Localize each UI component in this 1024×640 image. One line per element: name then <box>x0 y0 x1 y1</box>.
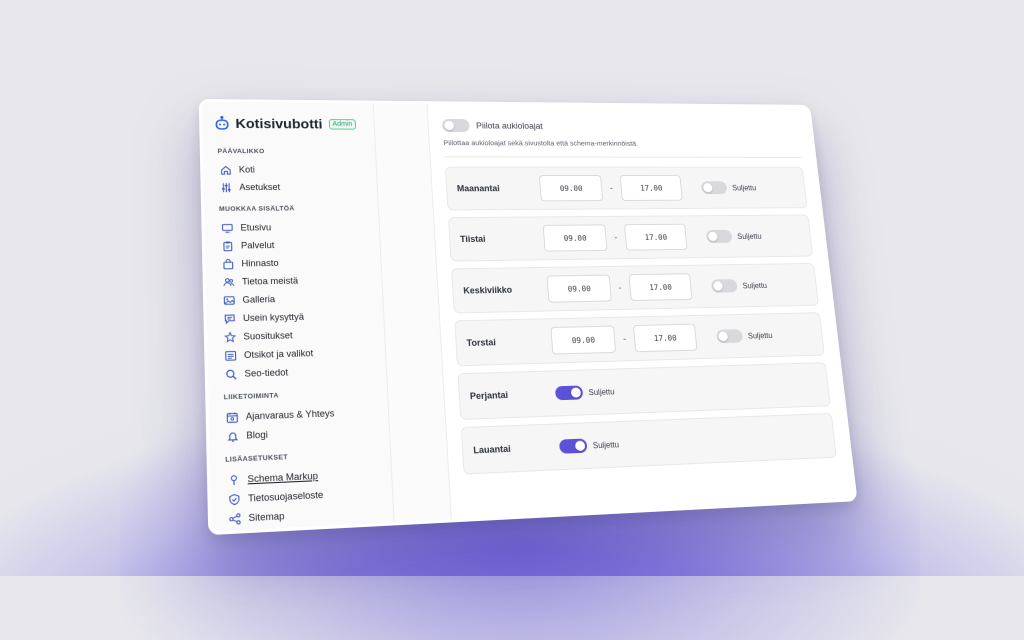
day-row-perjantai: Perjantai Suljettu <box>457 362 830 420</box>
list-icon <box>225 349 237 361</box>
day-row-torstai: Torstai09.00-17.00 Suljettu <box>454 312 825 366</box>
hide-hours-row: Piilota aukioloajat <box>442 119 799 134</box>
closed-toggle-group: Suljettu <box>706 230 762 244</box>
sliders-icon <box>220 182 232 193</box>
closed-label: Suljettu <box>737 232 762 241</box>
close-time-input[interactable]: 17.00 <box>633 324 698 353</box>
time-separator: - <box>615 334 635 344</box>
closed-toggle-group: Suljettu <box>701 181 757 194</box>
closed-toggle-group: Suljettu <box>716 328 773 343</box>
closed-toggle-group: Suljettu <box>555 384 615 400</box>
sidebar-item-label: Usein kysyttyä <box>243 312 304 323</box>
brand[interactable]: Kotisivubotti Admin <box>215 115 363 131</box>
closed-label: Suljettu <box>742 281 767 290</box>
open-time-input[interactable]: 09.00 <box>546 275 611 303</box>
hide-hours-description: Piilottaa aukioloajat sekä sivustolta et… <box>443 139 800 149</box>
closed-toggle[interactable] <box>559 438 588 453</box>
day-name: Keskiviikko <box>463 284 548 295</box>
day-row-tiistai: Tiistai09.00-17.00 Suljettu <box>448 214 813 261</box>
sidebar-item-label: Palvelut <box>241 240 275 250</box>
close-time-input[interactable]: 17.00 <box>620 175 683 201</box>
closed-label: Suljettu <box>747 331 772 340</box>
share-icon <box>229 512 241 525</box>
home-icon <box>220 164 232 175</box>
sidebar-item-label: Seo-tiedot <box>244 367 288 379</box>
divider <box>444 156 801 157</box>
closed-toggle-group: Suljettu <box>711 279 768 293</box>
app-window: Kotisivubotti Admin PÄÄVALIKKO Koti Asetuk… <box>199 99 858 535</box>
sidebar-section-title: MUOKKAA SISÄLTÖÄ <box>219 205 366 213</box>
day-name: Torstai <box>466 336 551 348</box>
closed-toggle[interactable] <box>706 230 733 243</box>
open-time-input[interactable]: 09.00 <box>550 326 616 355</box>
star-icon <box>224 331 236 343</box>
closed-label: Suljettu <box>588 387 615 397</box>
opening-hours-list: Maanantai09.00-17.00SuljettuTiistai09.00… <box>445 167 837 475</box>
closed-label: Suljettu <box>732 183 757 191</box>
hide-hours-label: Piilota aukioloajat <box>476 121 543 131</box>
main-content: Piilota aukioloajat Piilottaa aukioloaja… <box>427 104 854 519</box>
sidebar-item-label: Blogi <box>246 429 268 440</box>
search-icon <box>225 368 237 380</box>
sidebar-item-label: Asetukset <box>239 182 280 192</box>
sidebar-item-etusivu[interactable]: Etusivu <box>217 218 367 237</box>
sidebar-item-label: Suositukset <box>243 330 292 341</box>
hide-hours-toggle[interactable] <box>442 119 470 132</box>
day-row-keskiviikko: Keskiviikko09.00-17.00 Suljettu <box>451 263 819 314</box>
admin-badge: Admin <box>328 119 356 130</box>
pin-icon <box>228 473 240 485</box>
day-name: Lauantai <box>473 442 560 456</box>
bag-icon <box>222 258 234 269</box>
sidebar-item-label: Koti <box>239 165 255 175</box>
day-row-maanantai: Maanantai09.00-17.00 Suljettu <box>445 167 808 211</box>
closed-toggle[interactable] <box>716 329 743 343</box>
closed-toggle[interactable] <box>711 279 738 293</box>
day-row-lauantai: Lauantai Suljettu <box>461 413 837 475</box>
sidebar-item-label: Tietosuojaseloste <box>248 489 323 503</box>
sidebar-item-label: Galleria <box>242 294 275 305</box>
closed-toggle[interactable] <box>701 181 728 194</box>
robot-logo-icon <box>215 115 230 130</box>
time-separator: - <box>606 233 626 243</box>
sidebar-section-title: LISÄASETUKSET <box>225 450 378 464</box>
sidebar-section-title: PÄÄVALIKKO <box>217 148 363 155</box>
close-time-input[interactable]: 17.00 <box>628 273 692 301</box>
sidebar-item-palvelut[interactable]: Palvelut <box>218 235 368 254</box>
sidebar-section-title: LIIKETOIMINTA <box>224 389 375 401</box>
close-time-input[interactable]: 17.00 <box>624 224 688 251</box>
calendar-icon <box>226 411 238 423</box>
image-icon <box>223 294 235 305</box>
time-separator: - <box>602 183 621 192</box>
day-name: Maanantai <box>457 184 541 194</box>
closed-label: Suljettu <box>593 440 620 450</box>
sidebar-item-label: Otsikot ja valikot <box>244 348 314 360</box>
users-icon <box>223 276 235 287</box>
day-name: Tiistai <box>460 233 544 243</box>
clipboard-icon <box>222 240 234 251</box>
sidebar-item-hinnasto[interactable]: Hinnasto <box>218 253 369 273</box>
sidebar-item-label: Schema Markup <box>247 471 318 485</box>
brand-name: Kotisivubotti <box>235 116 323 132</box>
sidebar-item-asetukset[interactable]: Asetukset <box>216 178 365 196</box>
shield-icon <box>228 493 240 505</box>
day-name: Perjantai <box>470 388 556 401</box>
open-time-input[interactable]: 09.00 <box>539 175 603 201</box>
bell-icon <box>227 430 239 442</box>
chat-icon <box>224 313 236 324</box>
sidebar-item-koti[interactable]: Koti <box>216 161 365 179</box>
sidebar-item-label: Sitemap <box>248 511 284 524</box>
sidebar-item-label: Tietoa meistä <box>242 276 299 287</box>
stage: Kotisivubotti Admin PÄÄVALIKKO Koti Asetuk… <box>0 0 1024 576</box>
sidebar-item-label: Etusivu <box>240 222 271 232</box>
monitor-icon <box>221 222 233 233</box>
sidebar-item-label: Hinnasto <box>241 258 278 269</box>
closed-toggle-group: Suljettu <box>559 437 620 454</box>
sidebar: Kotisivubotti Admin PÄÄVALIKKO Koti Asetuk… <box>202 102 395 532</box>
open-time-input[interactable]: 09.00 <box>543 224 608 251</box>
closed-toggle[interactable] <box>555 385 583 400</box>
sidebar-item-label: Ajanvaraus & Yhteys <box>246 408 335 422</box>
sidebar-nav: PÄÄVALIKKO Koti Asetukset MUOKKAA SISÄLTÖÄ E… <box>215 148 380 529</box>
time-separator: - <box>610 283 630 293</box>
sidebar-item-seo-tiedot[interactable]: Seo-tiedot <box>221 361 374 384</box>
